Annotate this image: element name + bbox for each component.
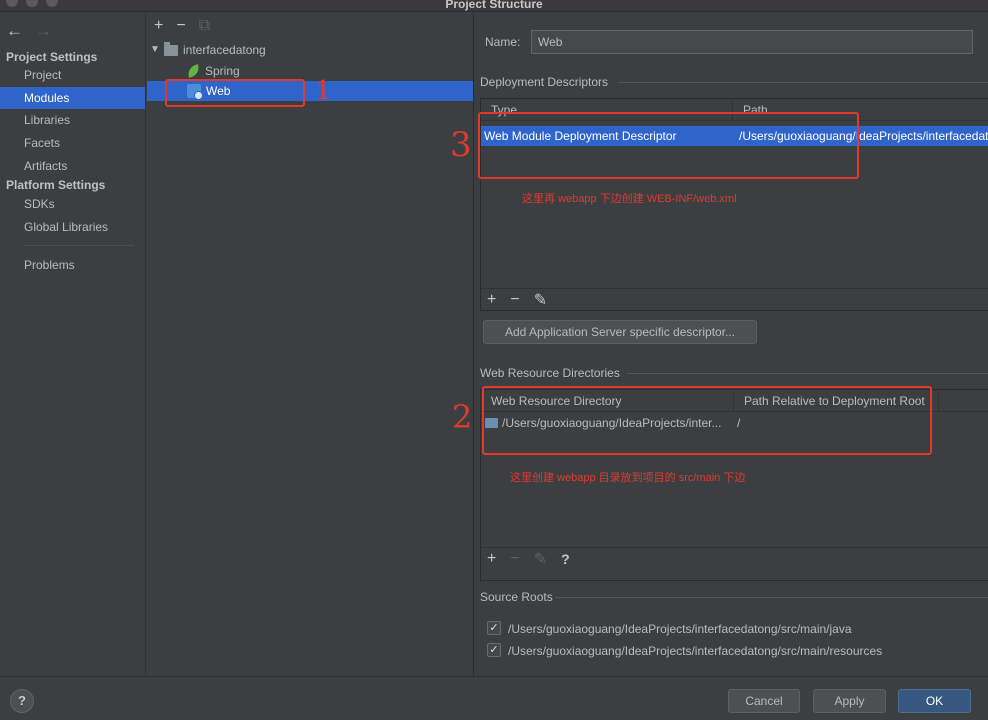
name-field[interactable]: Web — [531, 30, 973, 54]
sidebar-item-facets[interactable]: Facets — [0, 132, 145, 154]
sidebar-item-sdks[interactable]: SDKs — [0, 193, 145, 215]
sidebar-item-project[interactable]: Project — [0, 64, 145, 86]
help-button[interactable]: ? — [10, 689, 34, 713]
dialog-footer: ? Cancel Apply OK — [0, 676, 988, 720]
window-title: Project Structure — [445, 0, 543, 11]
edit-pencil-icon[interactable]: ✎ — [534, 290, 547, 310]
remove-icon[interactable]: − — [176, 17, 185, 35]
deployment-table-toolbar: + − ✎ — [481, 288, 988, 310]
tree-node-label: Spring — [205, 64, 240, 78]
add-icon[interactable]: + — [487, 550, 496, 568]
section-divider — [555, 597, 988, 598]
annotation-box-web — [165, 79, 305, 107]
add-icon[interactable]: + — [154, 17, 163, 35]
cancel-button[interactable]: Cancel — [728, 689, 800, 713]
platform-settings-header: Platform Settings — [6, 178, 106, 192]
source-root-checkbox-resources[interactable]: ✓ — [487, 643, 501, 657]
section-divider — [618, 82, 988, 83]
annotation-mark-1: 1 — [315, 76, 332, 106]
deployment-descriptors-title: Deployment Descriptors — [480, 75, 609, 89]
sidebar-item-global-libraries[interactable]: Global Libraries — [0, 216, 145, 238]
remove-icon[interactable]: − — [510, 291, 519, 309]
help-icon[interactable]: ? — [561, 551, 570, 567]
sidebar-item-artifacts[interactable]: Artifacts — [0, 155, 145, 177]
annotation-box-web-resource — [482, 386, 932, 455]
arrow-left-icon[interactable]: ← — [6, 21, 23, 41]
tree-node-module[interactable]: ▼ interfacedatong — [150, 40, 266, 60]
annotation-box-descriptor — [478, 112, 859, 179]
add-server-descriptor-button[interactable]: Add Application Server specific descript… — [483, 320, 757, 344]
sidebar-item-problems[interactable]: Problems — [0, 254, 145, 276]
annotation-note-webapp: 这里创建 webapp 目录放到项目的 src/main 下边 — [510, 472, 746, 484]
title-bar: Project Structure — [0, 0, 988, 12]
add-icon[interactable]: + — [487, 291, 496, 309]
copy-icon[interactable]: ⧉ — [199, 17, 210, 35]
annotation-note-webxml: 这里再 webapp 下边创建 WEB-INF/web.xml — [522, 193, 737, 205]
module-tree: + − ⧉ ▼ interfacedatong Spring Web — [147, 13, 474, 676]
tree-node-spring[interactable]: Spring — [185, 61, 240, 81]
spring-leaf-icon — [185, 64, 202, 78]
remove-icon[interactable]: − — [510, 550, 519, 568]
source-root-checkbox-java[interactable]: ✓ — [487, 621, 501, 635]
name-label: Name: — [485, 35, 521, 49]
web-resource-directories-title: Web Resource Directories — [480, 366, 620, 380]
section-divider — [627, 373, 988, 374]
source-roots-title: Source Roots — [480, 590, 553, 604]
chevron-down-icon[interactable]: ▼ — [150, 40, 164, 60]
source-root-path-java: /Users/guoxiaoguang/IdeaProjects/interfa… — [508, 622, 852, 636]
tree-node-label: interfacedatong — [183, 43, 266, 57]
sidebar-item-libraries[interactable]: Libraries — [0, 109, 145, 131]
source-root-path-resources: /Users/guoxiaoguang/IdeaProjects/interfa… — [508, 644, 883, 658]
sidebar-divider — [24, 245, 134, 246]
annotation-mark-2: 2 — [452, 398, 473, 436]
module-folder-icon — [164, 41, 178, 56]
nav-arrows: ← → — [6, 21, 52, 41]
arrow-right-icon[interactable]: → — [35, 21, 52, 41]
settings-sidebar: ← → Project Settings Project Modules Lib… — [0, 13, 146, 676]
web-resource-table-toolbar: + − ✎ ? — [481, 547, 988, 569]
sidebar-item-modules[interactable]: Modules — [0, 87, 145, 109]
tree-toolbar: + − ⧉ — [154, 17, 210, 35]
apply-button[interactable]: Apply — [813, 689, 886, 713]
edit-pencil-icon[interactable]: ✎ — [534, 549, 547, 569]
ok-button[interactable]: OK — [898, 689, 971, 713]
project-settings-header: Project Settings — [6, 50, 98, 64]
annotation-mark-3: 3 — [450, 125, 472, 165]
